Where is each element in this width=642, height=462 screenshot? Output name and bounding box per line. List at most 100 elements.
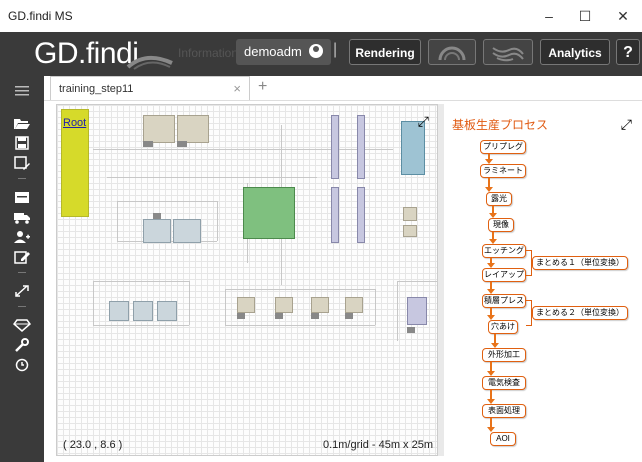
equipment-block[interactable] <box>311 297 329 313</box>
connector-line <box>225 325 375 326</box>
equipment-port <box>275 313 283 319</box>
equipment-block[interactable] <box>133 301 153 321</box>
root-link[interactable]: Root <box>63 117 86 129</box>
help-button[interactable]: ? <box>616 39 640 65</box>
user-account-button[interactable]: demoadm <box>236 39 332 65</box>
flow-arrow <box>487 308 495 320</box>
save-icon[interactable] <box>13 136 31 150</box>
menu-icon[interactable] <box>13 84 31 98</box>
waves-button[interactable] <box>483 39 533 65</box>
connector-line <box>93 149 393 150</box>
lavender-equipment-block[interactable] <box>407 297 427 325</box>
equipment-block[interactable] <box>177 115 209 143</box>
process-group[interactable]: まとめる２（単位変換） <box>532 306 628 320</box>
equipment-port <box>177 141 187 147</box>
sidebar-divider <box>18 306 26 307</box>
connector-line <box>397 281 398 341</box>
canvas-expand-icon[interactable]: ⤢ <box>418 113 429 130</box>
process-step[interactable]: 現像 <box>488 218 514 232</box>
equipment-block[interactable] <box>403 225 417 237</box>
rendering-button[interactable]: Rendering <box>349 39 421 65</box>
connector-line <box>93 325 189 326</box>
truck-icon[interactable] <box>13 210 31 224</box>
equipment-port <box>237 313 245 319</box>
connector-line <box>107 177 317 178</box>
flow-arrow <box>489 232 497 244</box>
equipment-block[interactable] <box>345 297 363 313</box>
connector-line <box>189 281 190 325</box>
connector-line <box>93 281 94 325</box>
process-step[interactable]: ラミネート <box>480 164 526 178</box>
information-label[interactable]: Information <box>178 46 238 60</box>
equipment-block[interactable] <box>109 301 129 321</box>
process-group[interactable]: まとめる１（単位変換） <box>532 256 628 270</box>
flow-arrow <box>489 206 497 218</box>
sidebar-divider <box>18 178 26 179</box>
analytics-button[interactable]: Analytics <box>540 39 610 65</box>
save-as-icon[interactable] <box>13 156 31 170</box>
process-step[interactable]: 積層プレス <box>482 294 526 308</box>
green-equipment-block[interactable] <box>243 187 295 239</box>
gauge-icon <box>438 46 466 61</box>
cursor-coordinates: ( 23.0 , 8.6 ) <box>63 439 123 451</box>
process-step[interactable]: 露光 <box>486 192 512 206</box>
process-step[interactable]: AOI <box>490 432 516 446</box>
app-logo: GD.findi <box>34 37 139 70</box>
process-step[interactable]: 表面処理 <box>482 404 526 418</box>
equipment-block[interactable] <box>275 297 293 313</box>
equipment-port <box>345 313 353 319</box>
equipment-block[interactable] <box>143 219 171 243</box>
equipment-port <box>153 213 161 219</box>
flow-arrow <box>487 258 495 268</box>
flow-arrow <box>487 418 495 432</box>
close-tab-icon[interactable]: × <box>233 81 241 96</box>
lavender-equipment-block[interactable] <box>357 187 365 243</box>
lavender-equipment-block[interactable] <box>331 115 339 179</box>
layout-canvas[interactable]: Root ⤢ ( 23.0 , 8.6 ) 0.1m/grid - 45m x … <box>56 104 438 456</box>
minimize-button[interactable]: – <box>532 4 566 28</box>
tab-training-step11[interactable]: training_step11 × <box>50 76 250 100</box>
equipment-port <box>143 141 153 147</box>
process-step[interactable]: 外形加工 <box>482 348 526 362</box>
process-step[interactable]: 電気検査 <box>482 376 526 390</box>
wrench-icon[interactable] <box>13 338 31 352</box>
layout-icon[interactable] <box>13 190 31 204</box>
process-panel-title: 基板生産プロセス <box>452 118 549 132</box>
add-tab-button[interactable]: + <box>258 78 267 96</box>
add-user-icon[interactable] <box>13 230 31 244</box>
maximize-button[interactable]: ☐ <box>568 4 602 28</box>
equipment-block[interactable] <box>173 219 201 243</box>
equipment-block[interactable] <box>157 301 177 321</box>
equipment-port <box>407 327 415 333</box>
lavender-equipment-block[interactable] <box>331 187 339 243</box>
flow-arrow <box>487 362 495 376</box>
flow-arrow <box>485 154 493 164</box>
grid-scale-label: 0.1m/grid - 45m x 25m <box>322 439 433 451</box>
gauge-button[interactable] <box>428 39 476 65</box>
process-step[interactable]: レイアップ <box>482 268 526 282</box>
connector-line <box>375 289 376 325</box>
folder-open-icon[interactable] <box>13 116 31 130</box>
panel-expand-icon[interactable]: ⤢ <box>621 116 632 133</box>
user-icon <box>309 44 324 58</box>
connector-line <box>225 289 375 290</box>
sidebar-divider <box>18 272 26 273</box>
process-step[interactable]: 穴あけ <box>488 320 518 334</box>
equipment-block[interactable] <box>143 115 175 143</box>
connector-line <box>93 281 189 282</box>
expand-icon[interactable] <box>13 284 31 298</box>
close-window-button[interactable]: ✕ <box>606 4 640 28</box>
connector-line <box>117 201 118 241</box>
lavender-equipment-block[interactable] <box>357 115 365 179</box>
process-flow-panel: 基板生産プロセス ⤢ プリプレグ ラミネート 露光 現像 エッチング レイアップ… <box>444 104 642 456</box>
window-title: GD.findi MS <box>8 9 73 23</box>
diamond-icon[interactable] <box>13 318 31 332</box>
process-step[interactable]: エッチング <box>482 244 526 258</box>
equipment-block[interactable] <box>403 207 417 221</box>
clock-icon[interactable] <box>13 358 31 372</box>
connector-line <box>217 201 218 241</box>
information-swirl-icon <box>126 55 173 70</box>
edit-icon[interactable] <box>13 250 31 264</box>
process-step[interactable]: プリプレグ <box>480 140 526 154</box>
equipment-block[interactable] <box>237 297 255 313</box>
